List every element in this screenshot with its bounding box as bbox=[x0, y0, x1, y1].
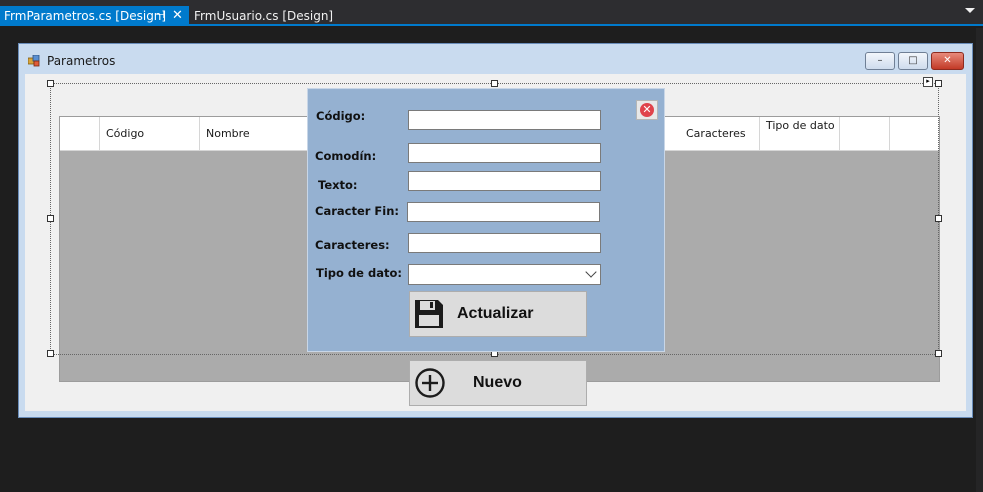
form-icon bbox=[28, 55, 40, 67]
codigo-input[interactable] bbox=[408, 110, 601, 130]
label-codigo: Código: bbox=[316, 109, 366, 123]
comodin-input[interactable] bbox=[408, 143, 601, 163]
resize-handle[interactable] bbox=[935, 350, 942, 357]
document-tab-bar: FrmParametros.cs [Design] ⊣ ✕ FrmUsuario… bbox=[0, 0, 983, 26]
label-texto: Texto: bbox=[318, 178, 358, 192]
maximize-button[interactable]: □ bbox=[898, 52, 928, 70]
close-icon[interactable]: ✕ bbox=[172, 6, 186, 26]
actualizar-button[interactable]: Actualizar bbox=[409, 291, 587, 337]
vertical-scrollbar[interactable] bbox=[976, 28, 983, 492]
label-caracter-fin: Caracter Fin: bbox=[315, 204, 400, 218]
close-circle-icon: ✕ bbox=[640, 103, 654, 117]
label-tipo-dato: Tipo de dato: bbox=[316, 266, 402, 280]
nuevo-button[interactable]: Nuevo bbox=[409, 360, 587, 406]
chevron-down-icon bbox=[585, 266, 597, 278]
edit-parameter-panel: ✕ Código: Comodín: Texto: Caracter Fin: … bbox=[307, 88, 665, 352]
label-comodin: Comodín: bbox=[315, 149, 377, 163]
resize-handle[interactable] bbox=[47, 80, 54, 87]
caracteres-input[interactable] bbox=[408, 233, 601, 253]
resize-handle[interactable] bbox=[47, 215, 54, 222]
save-icon bbox=[415, 300, 443, 328]
actualizar-label: Actualizar bbox=[457, 305, 534, 322]
tab-label: FrmParametros.cs [Design] bbox=[4, 9, 167, 23]
resize-handle[interactable] bbox=[935, 80, 942, 87]
resize-handle[interactable] bbox=[491, 80, 498, 87]
pin-icon[interactable]: ⊣ bbox=[156, 6, 168, 26]
tab-overflow-dropdown-icon[interactable] bbox=[965, 8, 975, 13]
tab-label: FrmUsuario.cs [Design] bbox=[194, 9, 334, 23]
add-circle-icon bbox=[415, 368, 445, 398]
resize-handle[interactable] bbox=[47, 350, 54, 357]
tipo-dato-select[interactable] bbox=[408, 264, 601, 285]
tab-frmparametros-design[interactable]: FrmParametros.cs [Design] ⊣ ✕ bbox=[0, 6, 189, 26]
nuevo-label: Nuevo bbox=[473, 374, 522, 391]
minimize-button[interactable]: – bbox=[865, 52, 895, 70]
form-title: Parametros bbox=[47, 54, 116, 68]
resize-handle[interactable] bbox=[935, 215, 942, 222]
texto-input[interactable] bbox=[408, 171, 601, 191]
caracter-fin-input[interactable] bbox=[407, 202, 600, 222]
smart-tag-icon[interactable]: ▸ bbox=[923, 77, 933, 87]
close-panel-button[interactable]: ✕ bbox=[636, 100, 658, 120]
label-caracteres: Caracteres: bbox=[315, 238, 390, 252]
tab-frmusuario-design[interactable]: FrmUsuario.cs [Design] bbox=[190, 6, 339, 26]
close-button[interactable]: ✕ bbox=[931, 52, 964, 70]
